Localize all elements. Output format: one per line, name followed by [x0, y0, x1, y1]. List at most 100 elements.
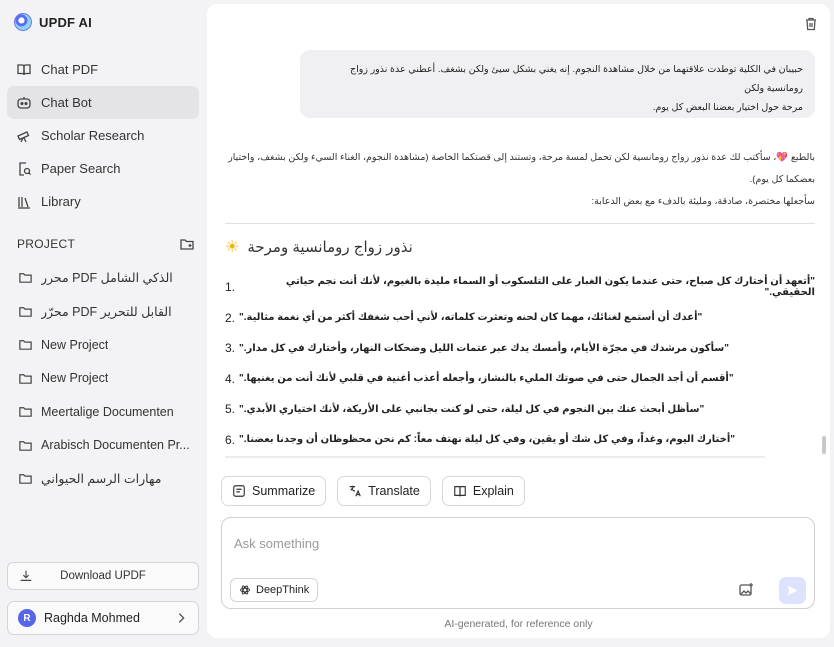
- sidebar-item-library[interactable]: Library: [7, 185, 199, 218]
- list-text: "أختارك اليوم، وغداً، وفي كل شك أو يقين،…: [239, 434, 736, 446]
- sidebar-item-label: Scholar Research: [41, 128, 145, 143]
- sidebar-item-label: Library: [41, 194, 81, 209]
- folder-icon: [17, 303, 33, 319]
- translate-button[interactable]: Translate: [337, 476, 431, 506]
- project-list: محرر PDF الذكي الشامل محرّر PDF القابل ل…: [7, 261, 199, 496]
- atom-icon: [240, 585, 250, 595]
- folder-icon: [17, 471, 33, 487]
- ask-input[interactable]: [234, 532, 794, 554]
- chat-bot-icon: [16, 95, 32, 111]
- list-number: 6.: [225, 432, 236, 447]
- ai-disclaimer: AI-generated, for reference only: [444, 618, 593, 630]
- summarize-icon: [233, 485, 245, 497]
- project-label: محرّر PDF القابل للتحرير: [41, 304, 172, 319]
- folder-icon: [17, 404, 33, 420]
- list-number: 3.: [225, 341, 236, 356]
- list-item: 4. "أقسم أن أجد الجمال حتى في صوتك الملي…: [225, 364, 815, 395]
- send-icon: [787, 585, 798, 596]
- translate-label: Translate: [368, 484, 420, 498]
- folder-icon: [17, 270, 33, 286]
- project-item[interactable]: محرر PDF الذكي الشامل: [7, 261, 199, 295]
- sidebar-item-label: Chat Bot: [41, 95, 92, 110]
- list-item: 5. "سأظل أبحث عنك بين النجوم في كل ليلة،…: [225, 394, 815, 425]
- divider: [225, 456, 765, 458]
- send-button[interactable]: [779, 577, 806, 604]
- folder-icon: [17, 337, 33, 353]
- project-label: مهارات الرسم الحيواني: [41, 472, 162, 487]
- sidebar-item-scholar-research[interactable]: Scholar Research: [7, 119, 199, 152]
- list-text: "أقسم أن أجد الجمال حتى في صوتك المليء ب…: [239, 373, 734, 385]
- list-item: 6. "أختارك اليوم، وغداً، وفي كل شك أو يق…: [225, 425, 815, 456]
- user-name: Raghda Mohmed: [44, 611, 140, 625]
- avatar: R: [18, 609, 36, 627]
- assistant-message: بالطبع 💖، سأكتب لك عدة نذور زواج رومانسي…: [225, 147, 815, 213]
- translate-icon: [349, 485, 361, 497]
- project-label: Meertalige Documenten: [41, 404, 174, 419]
- list-number: 4.: [225, 371, 236, 386]
- trash-icon[interactable]: [803, 16, 819, 32]
- document-search-icon: [16, 161, 32, 177]
- project-item[interactable]: Meertalige Documenten: [7, 395, 199, 429]
- answer-intro-line: بعضكما كل يوم).: [749, 174, 815, 185]
- download-label: Download UPDF: [60, 570, 146, 582]
- sidebar-nav: Chat PDF Chat Bot Scholar Research Paper…: [7, 53, 199, 218]
- add-folder-icon[interactable]: [179, 236, 195, 252]
- message-composer: DeepThink: [221, 517, 815, 609]
- sidebar-item-chat-pdf[interactable]: Chat PDF: [7, 53, 199, 86]
- book-icon: [16, 62, 32, 78]
- quick-actions: Summarize Translate Explain: [221, 476, 525, 506]
- answer-intro-line: سأجعلها مختصرة، صادقة، ومليئة بالدفء مع …: [591, 196, 815, 207]
- chat-panel: حبيبان في الكلية توطدت علاقتهما من خلال …: [207, 4, 830, 638]
- sidebar-item-label: Paper Search: [41, 161, 121, 176]
- project-label: New Project: [41, 337, 109, 352]
- library-icon: [16, 194, 32, 210]
- list-text: "أعدك أن أستمع لغنائك، مهما كان لحنه وتع…: [239, 312, 703, 324]
- heading-text: نذور زواج رومانسية ومرحة: [247, 239, 413, 256]
- project-item[interactable]: New Project: [7, 328, 199, 362]
- project-item[interactable]: مهارات الرسم الحيواني: [7, 462, 199, 496]
- brand[interactable]: UPDF AI: [14, 13, 92, 31]
- summarize-button[interactable]: Summarize: [221, 476, 327, 506]
- image-upload-icon[interactable]: [738, 582, 754, 598]
- sidebar: UPDF AI Chat PDF Chat Bot Scholar Resear…: [0, 0, 206, 647]
- download-icon: [18, 568, 34, 584]
- divider: [225, 223, 815, 224]
- deepthink-label: DeepThink: [256, 584, 310, 596]
- summarize-label: Summarize: [252, 484, 316, 498]
- answer-heading: نذور زواج رومانسية ومرحة ☀: [225, 237, 815, 257]
- user-account-button[interactable]: R Raghda Mohmed: [7, 601, 199, 635]
- project-item[interactable]: Arabisch Documenten Pr...: [7, 429, 199, 463]
- project-label: محرر PDF الذكي الشامل: [41, 271, 173, 286]
- explain-button[interactable]: Explain: [441, 476, 525, 506]
- scrollbar[interactable]: [822, 436, 826, 454]
- list-number: 1.: [225, 280, 236, 295]
- vows-list: 1. "أتعهد أن أختارك كل صباح، حتى عندما ي…: [225, 272, 815, 455]
- sidebar-item-paper-search[interactable]: Paper Search: [7, 152, 199, 185]
- list-item: 3. "سأكون مرشدك في مجرّة الأيام، وأمسك ي…: [225, 333, 815, 364]
- sidebar-item-chat-bot[interactable]: Chat Bot: [7, 86, 199, 119]
- list-text: "سأكون مرشدك في مجرّة الأيام، وأمسك يدك …: [239, 342, 729, 354]
- deepthink-toggle[interactable]: DeepThink: [230, 578, 319, 602]
- project-label: Arabisch Documenten Pr...: [41, 438, 190, 453]
- list-text: "سأظل أبحث عنك بين النجوم في كل ليلة، حت…: [239, 403, 705, 415]
- project-section-title: PROJECT: [17, 237, 76, 251]
- user-message-line: مرحة حول اختيار بعضنا البعض كل يوم.: [652, 102, 803, 113]
- project-item[interactable]: New Project: [7, 362, 199, 396]
- list-number: 2.: [225, 310, 236, 325]
- user-message-line: حبيبان في الكلية توطدت علاقتهما من خلال …: [349, 64, 803, 94]
- telescope-icon: [16, 128, 32, 144]
- list-text: "أتعهد أن أختارك كل صباح، حتى عندما يكون…: [285, 276, 815, 299]
- list-item: 2. "أعدك أن أستمع لغنائك، مهما كان لحنه …: [225, 303, 815, 334]
- folder-icon: [17, 370, 33, 386]
- folder-icon: [17, 437, 33, 453]
- list-number: 5.: [225, 402, 236, 417]
- download-updf-button[interactable]: Download UPDF: [7, 562, 199, 590]
- list-item: 1. "أتعهد أن أختارك كل صباح، حتى عندما ي…: [225, 272, 815, 303]
- chevron-right-icon: [174, 611, 188, 625]
- updf-logo-icon: [14, 13, 32, 31]
- explain-label: Explain: [472, 484, 514, 498]
- answer-intro-line: بالطبع 💖، سأكتب لك عدة نذور زواج رومانسي…: [228, 152, 815, 163]
- sidebar-item-label: Chat PDF: [41, 62, 99, 77]
- user-message: حبيبان في الكلية توطدت علاقتهما من خلال …: [300, 50, 815, 118]
- project-item[interactable]: محرّر PDF القابل للتحرير: [7, 295, 199, 329]
